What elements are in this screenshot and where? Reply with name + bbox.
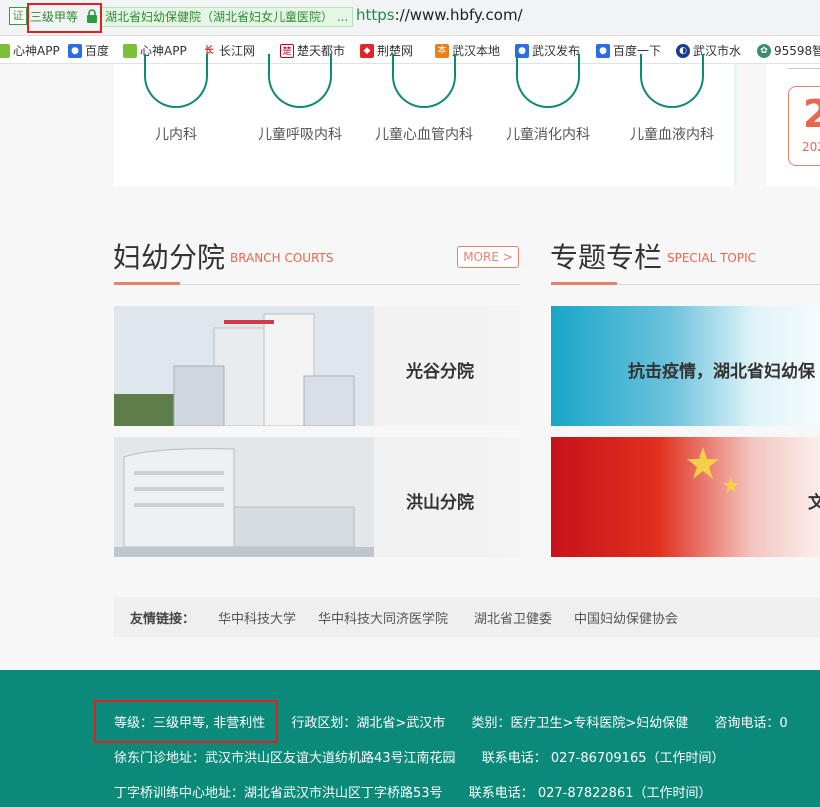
branch-section-accent <box>114 282 180 285</box>
footer-phone: 联系电话： 027-87822861（工作时间） <box>468 786 712 801</box>
grid-icon: ✿ <box>757 43 771 58</box>
department-panel: 儿内科 儿童呼吸内科 儿童心血管内科 儿童消化内科 儿童血液内科 <box>114 54 734 186</box>
highlight-box-footer-grade <box>94 700 278 743</box>
stomach-icon <box>516 54 580 108</box>
topic-title: 文 <box>808 493 820 513</box>
building-photo <box>114 306 374 426</box>
url-text: ://www.hbfy.com/ <box>394 6 523 24</box>
branch-name: 洪山分院 <box>406 493 474 513</box>
bookmark-label: 长江网 <box>219 44 256 58</box>
bookmark-label: 武汉本地 <box>452 44 501 58</box>
flag-image <box>687 447 739 493</box>
footer-region: 行政区划：湖北省>武汉市 <box>291 716 446 731</box>
department-label: 儿童消化内科 <box>506 127 590 143</box>
bookmark-label: 心神APP <box>13 44 60 58</box>
blood-drop-icon <box>640 54 704 108</box>
panel-divider <box>734 64 737 186</box>
department-label: 儿童心血管内科 <box>375 127 473 143</box>
bookmark-item[interactable]: ✿ 95598智 <box>757 42 820 59</box>
footer-address: 徐东门诊地址：武汉市洪山区友谊大道纺机路43号江南花园 <box>114 751 456 766</box>
footer-address: 丁字桥训练中心地址：湖北省武汉市洪山区丁字桥路53号 <box>114 786 443 801</box>
building-photo <box>114 437 374 557</box>
site-identity-pill[interactable]: 湖北省妇幼保健院（湖北省妇女儿童医院） ... <box>100 7 354 27</box>
link-item[interactable]: 华中科技大同济医学院 <box>318 608 448 627</box>
leaf-icon <box>0 43 10 58</box>
branch-card-guanggu[interactable]: 光谷分院 <box>114 306 520 426</box>
topic-section-subtitle: SPECIAL TOPIC <box>667 251 756 265</box>
footer-category: 类别：医疗卫生>专科医院>妇幼保健 <box>471 716 689 731</box>
baidu-paw-icon: ● <box>596 43 610 58</box>
leaf-icon <box>123 43 137 58</box>
department-label: 儿内科 <box>155 127 197 143</box>
address-bar[interactable]: 证 三级甲等 湖北省妇幼保健院（湖北省妇女儿童医院） ... https://w… <box>0 0 820 36</box>
footer-hotline: 咨询电话：0 <box>714 716 788 731</box>
topic-section-title: 专题专栏 <box>550 241 663 274</box>
more-button[interactable]: MORE > <box>457 246 519 268</box>
bookmark-label: 百度 <box>85 44 110 58</box>
department-label: 儿童血液内科 <box>630 127 714 143</box>
link-item[interactable]: 华中科技大学 <box>218 608 296 627</box>
topic-card-epidemic[interactable]: 抗击疫情，湖北省妇幼保 <box>551 306 820 426</box>
jingchu-icon: ◆ <box>360 43 374 58</box>
links-label: 友情链接： <box>130 612 196 627</box>
footer-row-dingziqiao: 丁字桥训练中心地址：湖北省武汉市洪山区丁字桥路53号 联系电话： 027-878… <box>114 782 734 801</box>
baidu-paw-icon: ● <box>68 43 82 58</box>
bookmark-item[interactable]: 心神APP <box>0 42 60 59</box>
branch-section-subtitle: BRANCH COURTS <box>230 251 334 265</box>
child-icon <box>144 54 208 108</box>
date-year: 202 <box>802 140 820 154</box>
department-label: 儿童呼吸内科 <box>258 127 342 143</box>
bookmark-label: 95598智 <box>774 44 820 58</box>
friendly-links-bar: 友情链接： 华中科技大学 华中科技大同济医学院 湖北省卫健委 中国妇幼保健协会 <box>114 597 820 637</box>
date-card-divider <box>787 68 820 69</box>
link-item[interactable]: 湖北省卫健委 <box>474 608 552 627</box>
bookmark-item[interactable]: 长长江网 <box>202 42 255 59</box>
url-field[interactable]: https://www.hbfy.com/ <box>356 6 523 24</box>
highlight-box-grade <box>27 3 102 33</box>
date-day: 2 <box>803 92 820 136</box>
heart-icon <box>392 54 456 108</box>
branch-section-title: 妇幼分院 <box>113 241 226 274</box>
certificate-icon[interactable]: 证 <box>9 7 27 25</box>
site-name: 湖北省妇幼保健院（湖北省妇女儿童医院） <box>105 10 334 24</box>
branch-card-hongshan[interactable]: 洪山分院 <box>114 437 520 557</box>
topic-card-flag[interactable]: 文 <box>551 437 820 557</box>
topic-section-accent <box>551 282 617 285</box>
link-item[interactable]: 中国妇幼保健协会 <box>574 608 678 627</box>
bookmark-item[interactable]: ● 百度 <box>68 42 109 59</box>
footer-phone: 联系电话： 027-86709165（工作时间） <box>481 751 725 766</box>
site-name-more: ... <box>336 10 349 24</box>
footer-row-xudong: 徐东门诊地址：武汉市洪山区友谊大道纺机路43号江南花园 联系电话： 027-86… <box>114 747 747 766</box>
url-scheme: https <box>356 6 395 24</box>
lungs-icon <box>268 54 332 108</box>
branch-name: 光谷分院 <box>406 362 474 382</box>
topic-title: 抗击疫情，湖北省妇幼保 <box>628 362 815 382</box>
